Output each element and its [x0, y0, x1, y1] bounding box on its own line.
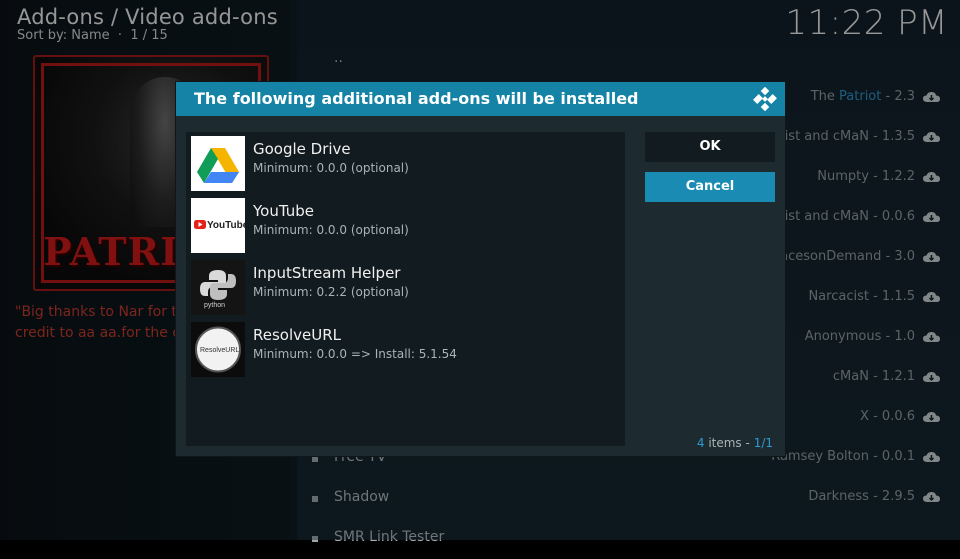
- items-count: 4 items - 1/1: [697, 436, 773, 450]
- youtube-logo-text: YouTube: [207, 220, 245, 231]
- resolveurl-logo-text: ResolveURL: [200, 347, 239, 354]
- addon-name: InputStream Helper: [253, 264, 401, 282]
- youtube-icon: YouTube: [191, 198, 245, 253]
- python-icon: python: [191, 260, 245, 315]
- install-dependencies-dialog: The following additional add-ons will be…: [176, 82, 785, 456]
- addon-name: ResolveURL: [253, 326, 342, 344]
- list-item-google-drive[interactable]: Google Drive Minimum: 0.0.0 (optional): [191, 136, 625, 193]
- addon-name: Google Drive: [253, 140, 351, 158]
- dialog-header: The following additional add-ons will be…: [176, 82, 785, 116]
- dialog-title: The following additional add-ons will be…: [194, 89, 639, 108]
- cancel-button[interactable]: Cancel: [645, 172, 775, 202]
- page-indicator: 1/1: [753, 436, 773, 450]
- python-logo-text: python: [204, 302, 225, 309]
- addon-version-info: Minimum: 0.0.0 => Install: 5.1.54: [253, 347, 457, 361]
- addon-version-info: Minimum: 0.0.0 (optional): [253, 223, 409, 237]
- addon-version-info: Minimum: 0.2.2 (optional): [253, 285, 409, 299]
- ok-button[interactable]: OK: [645, 132, 775, 162]
- kodi-logo-icon: [753, 87, 777, 111]
- items-separator: -: [745, 436, 750, 450]
- addon-dependency-list: Google Drive Minimum: 0.0.0 (optional) Y…: [186, 132, 625, 446]
- resolveurl-icon: ResolveURL: [191, 322, 245, 377]
- items-count-label: items: [708, 436, 742, 450]
- addon-name: YouTube: [253, 202, 314, 220]
- list-item-resolveurl[interactable]: ResolveURL ResolveURL Minimum: 0.0.0 => …: [191, 322, 625, 379]
- addon-version-info: Minimum: 0.0.0 (optional): [253, 161, 409, 175]
- list-item-inputstream-helper[interactable]: python InputStream Helper Minimum: 0.2.2…: [191, 260, 625, 317]
- google-drive-icon: [191, 136, 245, 191]
- items-count-value: 4: [696, 436, 705, 450]
- list-item-youtube[interactable]: YouTube YouTube Minimum: 0.0.0 (optional…: [191, 198, 625, 255]
